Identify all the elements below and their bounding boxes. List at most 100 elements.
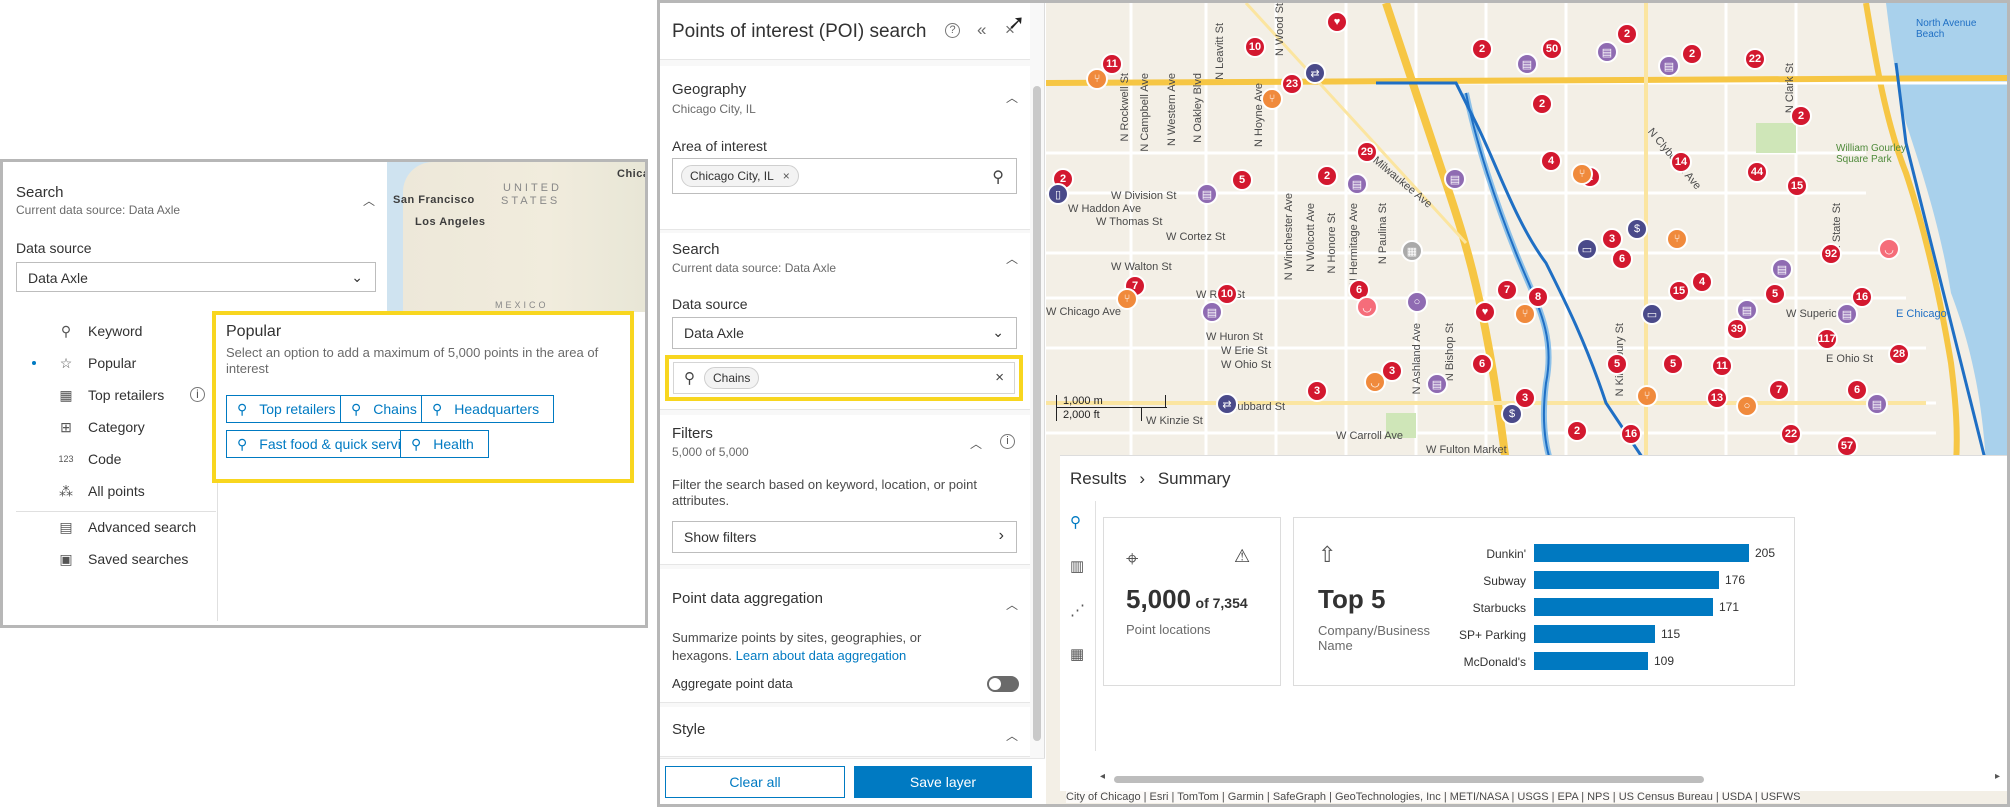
cluster-marker[interactable]: 3 [1601, 228, 1623, 250]
menu-item-saved-searches[interactable]: ▣ Saved searches [16, 546, 216, 572]
table-icon[interactable]: ▦ [1070, 645, 1084, 663]
cluster-marker[interactable]: 6 [1611, 248, 1633, 270]
cluster-marker[interactable]: 22 [1744, 48, 1766, 70]
bar[interactable] [1534, 571, 1719, 589]
cluster-marker[interactable]: 5 [1764, 283, 1786, 305]
shopping-bag-icon[interactable]: ▤ [1516, 53, 1538, 75]
bar[interactable] [1534, 652, 1648, 670]
shopping-bag-icon[interactable]: ▤ [1596, 41, 1618, 63]
aoi-input[interactable]: Chicago City, IL × ⚲ [672, 158, 1017, 194]
cup-icon[interactable]: ◡ [1878, 238, 1900, 260]
clear-all-button[interactable]: Clear all [665, 766, 845, 798]
menu-item-advanced-search[interactable]: ▤ Advanced search [16, 514, 216, 540]
fork-knife-icon[interactable]: ⑂ [1086, 68, 1108, 90]
learn-aggregation-link[interactable]: Learn about data aggregation [736, 648, 907, 663]
menu-item-category[interactable]: ⊞ Category [16, 414, 216, 440]
cluster-marker[interactable]: 5 [1606, 353, 1628, 375]
data-source-select[interactable]: Data Axle ⌄ [672, 317, 1017, 349]
cluster-marker[interactable]: 29 [1356, 141, 1378, 163]
results-horizontal-scrollbar[interactable]: ◂ ▸ [1100, 771, 2000, 784]
cluster-marker[interactable]: 11 [1711, 355, 1733, 377]
menu-item-keyword[interactable]: ⚲ Keyword [16, 318, 216, 344]
dollar-icon[interactable]: $ [1626, 218, 1648, 240]
cluster-marker[interactable]: 2 [1531, 93, 1553, 115]
cluster-marker[interactable]: 92 [1820, 243, 1842, 265]
bar[interactable] [1534, 625, 1655, 643]
fork-knife-icon[interactable]: ⑂ [1261, 88, 1283, 110]
chip-headquarters[interactable]: ⚲ Headquarters [421, 395, 555, 423]
shopping-bag-icon[interactable]: ▤ [1771, 258, 1793, 280]
cluster-marker[interactable]: 7 [1768, 379, 1790, 401]
shopping-bag-icon[interactable]: ▤ [1196, 183, 1218, 205]
fork-knife-icon[interactable]: ⑂ [1666, 228, 1688, 250]
shopping-bag-icon[interactable]: ▤ [1201, 301, 1223, 323]
chip-chains[interactable]: ⚲ Chains [340, 395, 432, 423]
search-query-chip[interactable]: Chains [704, 367, 760, 389]
fork-knife-icon[interactable]: ⑂ [1571, 163, 1593, 185]
fork-knife-icon[interactable]: ⑂ [1514, 303, 1536, 325]
search-query-input[interactable]: ⚲ Chains × [673, 362, 1015, 394]
cluster-marker[interactable]: 6 [1846, 379, 1868, 401]
chip-health[interactable]: ⚲ Health [400, 430, 489, 458]
dollar-icon[interactable]: $ [1501, 403, 1523, 425]
cluster-marker[interactable]: 15 [1668, 280, 1690, 302]
chevron-up-icon[interactable]: ︿ [1006, 250, 1018, 266]
heart-icon[interactable]: ♥ [1474, 301, 1496, 323]
info-icon[interactable]: i [1000, 434, 1015, 449]
cluster-marker[interactable]: 117 [1816, 328, 1838, 350]
resize-handle[interactable] [1060, 456, 2007, 460]
cup-icon[interactable]: ◡ [1364, 371, 1386, 393]
chevron-up-icon[interactable]: ︿ [1006, 727, 1018, 743]
cluster-marker[interactable]: 57 [1836, 435, 1858, 457]
cluster-marker[interactable]: 13 [1706, 387, 1728, 409]
bed-icon[interactable]: ▭ [1576, 238, 1598, 260]
zoom-to-icon[interactable]: ⚲ [1070, 513, 1081, 531]
cluster-marker[interactable]: 23 [1281, 73, 1303, 95]
arrows-icon[interactable]: ⇄ [1216, 393, 1238, 415]
cluster-marker[interactable]: 28 [1888, 343, 1910, 365]
cluster-marker[interactable]: 22 [1780, 423, 1802, 445]
cluster-marker[interactable]: 10 [1244, 36, 1266, 58]
bar[interactable] [1534, 598, 1713, 616]
phone-icon[interactable]: ▯ [1047, 183, 1069, 205]
close-icon[interactable]: × [783, 169, 790, 183]
cluster-marker[interactable]: 3 [1306, 380, 1328, 402]
scatter-icon[interactable]: ⋰ [1070, 601, 1085, 619]
menu-item-popular[interactable]: ☆ Popular [16, 350, 216, 376]
cluster-marker[interactable]: 7 [1496, 279, 1518, 301]
cluster-marker[interactable]: 2 [1471, 38, 1493, 60]
cluster-marker[interactable]: 39 [1726, 318, 1748, 340]
cluster-marker[interactable]: 10 [1216, 283, 1238, 305]
scroll-right-icon[interactable]: ▸ [1995, 771, 2000, 782]
arrows-icon[interactable]: ⇄ [1304, 62, 1326, 84]
fork-knife-icon[interactable]: ⑂ [1636, 385, 1658, 407]
shopping-bag-icon[interactable]: ▤ [1346, 173, 1368, 195]
chevron-up-icon[interactable]: ︿ [1006, 89, 1018, 105]
chip-top-retailers[interactable]: ⚲ Top retailers [226, 395, 351, 423]
cluster-marker[interactable]: 15 [1786, 175, 1808, 197]
chevron-up-icon[interactable]: ︿ [970, 435, 982, 451]
cluster-marker[interactable]: 2 [1566, 420, 1588, 442]
clear-icon[interactable]: × [995, 369, 1004, 386]
shopping-bag-icon[interactable]: ▤ [1836, 303, 1858, 325]
cluster-marker[interactable]: 2 [1616, 23, 1638, 45]
shopping-bag-icon[interactable]: ▤ [1444, 168, 1466, 190]
breadcrumb-results[interactable]: Results [1070, 469, 1127, 488]
shopping-bag-icon[interactable]: ▤ [1426, 373, 1448, 395]
cluster-marker[interactable]: 44 [1746, 161, 1768, 183]
cluster-marker[interactable]: 16 [1620, 423, 1642, 445]
cluster-marker[interactable]: 14 [1670, 151, 1692, 173]
shopping-bag-icon[interactable]: ▤ [1658, 55, 1680, 77]
aoi-chip[interactable]: Chicago City, IL × [681, 165, 799, 187]
panel-scrollbar[interactable] [1033, 76, 1041, 758]
collapse-icon[interactable]: « [977, 20, 986, 40]
inset-data-source-select[interactable]: Data Axle ⌄ [16, 262, 376, 292]
cluster-marker[interactable]: 16 [1851, 286, 1873, 308]
shopping-bag-icon[interactable]: ▤ [1736, 299, 1758, 321]
menu-item-all-points[interactable]: ⁂ All points [16, 478, 216, 504]
cluster-marker[interactable]: 4 [1691, 271, 1713, 293]
menu-item-top-retailers[interactable]: ▦ Top retailers i [16, 382, 216, 408]
search-icon[interactable]: ⚲ [992, 167, 1004, 187]
heart-icon[interactable]: ♥ [1326, 11, 1348, 33]
cluster-marker[interactable]: 5 [1662, 353, 1684, 375]
